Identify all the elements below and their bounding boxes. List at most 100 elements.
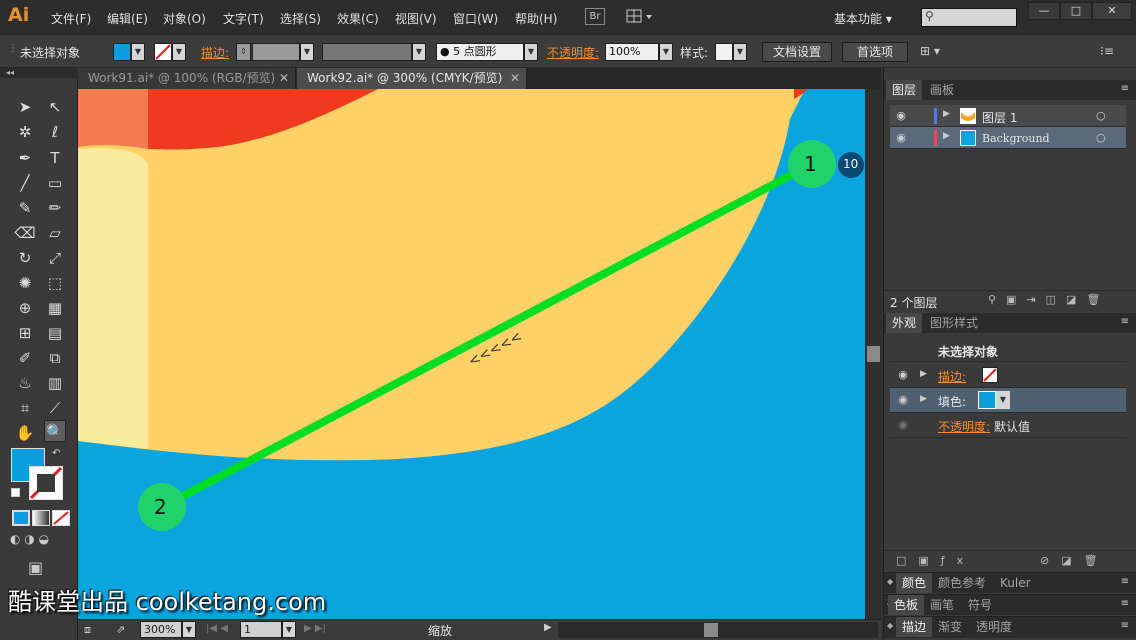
eyedropper-tool-icon[interactable]: ✐ (14, 347, 36, 369)
stroke-label[interactable]: 描边: (201, 44, 229, 61)
appearance-opacity-row[interactable]: ◉ 不透明度: 默认值 (890, 413, 1126, 438)
type-tool-icon[interactable]: T (44, 147, 66, 169)
opacity-label[interactable]: 不透明度: (547, 44, 599, 61)
blob-brush-tool-icon[interactable]: ⌫ (14, 222, 36, 244)
arrange-documents-button[interactable] (626, 8, 654, 25)
horizontal-scrollbar[interactable] (558, 622, 878, 638)
line-tool-icon[interactable]: ╱ (14, 172, 36, 194)
align-options-icon[interactable]: ⊞ ▾ (920, 44, 940, 58)
variable-width-profile[interactable] (322, 43, 412, 61)
draw-modes-icon[interactable]: ◐ ◑ ◒ (10, 532, 70, 550)
target-circle-icon[interactable]: ○ (1096, 131, 1106, 144)
screen-mode-icon[interactable]: ▣ (28, 558, 43, 577)
appearance-stroke-row[interactable]: ◉ ▶ 描边: (890, 363, 1126, 388)
stroke-weight-input[interactable] (252, 43, 300, 61)
share-icon[interactable]: ⇗ (116, 623, 125, 636)
gradient-mode-icon[interactable] (32, 510, 50, 526)
column-graph-tool-icon[interactable]: ▥ (44, 372, 66, 394)
appearance-fill-row[interactable]: ◉ ▶ 填色: ▼ (890, 388, 1126, 413)
perspective-grid-tool-icon[interactable]: ▦ (44, 297, 66, 319)
stroke-weight-stepper[interactable]: ⇕ (236, 43, 251, 61)
tab-brushes[interactable]: 画笔 (924, 595, 960, 615)
shape-builder-tool-icon[interactable]: ⊕ (14, 297, 36, 319)
menu-object[interactable]: 对象(O) (163, 10, 206, 27)
zoom-level-input[interactable]: 300% (140, 621, 182, 638)
preferences-button[interactable]: 首选项 (842, 42, 908, 62)
visibility-eye-icon[interactable]: ◉ (896, 368, 910, 382)
mesh-tool-icon[interactable]: ⊞ (14, 322, 36, 344)
direct-selection-tool-icon[interactable]: ↖ (44, 96, 66, 118)
artboard-tool-icon[interactable]: ⌗ (14, 397, 36, 419)
warp-tool-icon[interactable]: ✺ (14, 272, 36, 294)
maximize-button[interactable]: □ (1060, 2, 1092, 20)
tab-work91[interactable]: Work91.ai* @ 100% (RGB/预览) ✕ (78, 68, 296, 89)
stroke-label[interactable]: 描边: (938, 368, 966, 385)
panel-menu-icon[interactable]: ≡ (1121, 598, 1129, 609)
stroke-dropdown[interactable]: ▼ (172, 43, 186, 61)
tab-artboards[interactable]: 画板 (924, 80, 960, 100)
target-circle-icon[interactable]: ○ (1096, 109, 1106, 122)
tab-gradient[interactable]: 渐变 (932, 617, 968, 637)
menu-file[interactable]: 文件(F) (51, 10, 91, 27)
gpu-icon[interactable]: ⧈ (84, 623, 91, 637)
swap-colors-icon[interactable]: ↶ (52, 448, 60, 459)
hand-tool-icon[interactable]: ✋ (14, 422, 36, 444)
style-dropdown[interactable]: ▼ (733, 43, 747, 61)
opacity-input[interactable]: 100% (605, 43, 659, 61)
stroke-swatch[interactable] (982, 367, 998, 383)
tab-layers[interactable]: 图层 (886, 80, 923, 100)
panel-menu-icon[interactable]: ≡ (1121, 316, 1129, 327)
vertical-scrollbar[interactable] (865, 89, 881, 619)
zoom-dropdown[interactable]: ▼ (182, 621, 196, 638)
menu-view[interactable]: 视图(V) (395, 10, 437, 27)
brush-dropdown[interactable]: ▼ (524, 43, 538, 61)
layer-name[interactable]: 图层 1 (982, 109, 1017, 126)
magic-wand-tool-icon[interactable]: ✲ (14, 121, 36, 143)
slice-tool-icon[interactable]: ⟋ (44, 397, 66, 419)
expand-triangle-icon[interactable]: ▶ (943, 109, 950, 119)
pen-tool-icon[interactable]: ✒ (14, 147, 36, 169)
layer-row-1[interactable]: ◉ ▶ 图层 1 ○ (890, 105, 1126, 127)
none-mode-icon[interactable] (52, 510, 70, 526)
visibility-eye-icon[interactable]: ◉ (894, 109, 908, 123)
artboard-number-input[interactable]: 1 (240, 621, 282, 638)
menu-window[interactable]: 窗口(W) (453, 10, 498, 27)
tab-color[interactable]: 颜色 (896, 573, 933, 593)
layer-name[interactable]: Background (982, 132, 1050, 145)
first-artboard-icon[interactable]: |◀ ◀ (206, 623, 228, 634)
lasso-tool-icon[interactable]: ℓ (44, 121, 66, 143)
bridge-button[interactable]: Br (585, 8, 605, 25)
tab-work92[interactable]: Work92.ai* @ 300% (CMYK/预览) ✕ (297, 68, 527, 89)
expand-triangle-icon[interactable]: ▶ (920, 394, 927, 404)
expand-triangle-icon[interactable]: ▶ (943, 131, 950, 141)
tab-transparency[interactable]: 透明度 (970, 617, 1018, 637)
visibility-eye-icon[interactable]: ◉ (896, 418, 910, 432)
panel-menu-icon[interactable]: ⁝≡ (1100, 44, 1114, 58)
pencil-tool-icon[interactable]: ✏ (44, 197, 66, 219)
toolbar-collapse-icon[interactable]: ◂◂ (0, 68, 78, 78)
panel-menu-icon[interactable]: ≡ (1121, 576, 1129, 587)
close-window-button[interactable]: ✕ (1092, 2, 1132, 20)
menu-effect[interactable]: 效果(C) (337, 10, 379, 27)
menu-select[interactable]: 选择(S) (280, 10, 321, 27)
panel-menu-icon[interactable]: ≡ (1121, 620, 1129, 631)
blend-tool-icon[interactable]: ⧉ (44, 347, 66, 369)
rotate-tool-icon[interactable]: ↻ (14, 247, 36, 269)
search-input[interactable]: ⚲ (921, 8, 1017, 27)
eraser-tool-icon[interactable]: ▱ (44, 222, 66, 244)
horizontal-scroll-thumb[interactable] (704, 623, 718, 637)
menu-edit[interactable]: 编辑(E) (107, 10, 148, 27)
zoom-tool-icon[interactable]: 🔍 (44, 420, 66, 442)
opacity-label[interactable]: 不透明度: (938, 418, 990, 435)
stroke-color-box[interactable] (29, 466, 63, 500)
layer-row-2[interactable]: ◉ ▶ Background ○ (890, 127, 1126, 149)
color-mode-icon[interactable] (12, 510, 30, 526)
tab-appearance[interactable]: 外观 (886, 313, 923, 333)
artboard-dropdown[interactable]: ▼ (282, 621, 296, 638)
gradient-tool-icon[interactable]: ▤ (44, 322, 66, 344)
profile-dropdown[interactable]: ▼ (412, 43, 426, 61)
workspace-switcher[interactable]: 基本功能 ▾ (834, 10, 892, 27)
panel-menu-icon[interactable]: ≡ (1121, 83, 1129, 94)
fill-swatch[interactable] (978, 391, 996, 409)
tab-kuler[interactable]: Kuler (994, 573, 1037, 593)
